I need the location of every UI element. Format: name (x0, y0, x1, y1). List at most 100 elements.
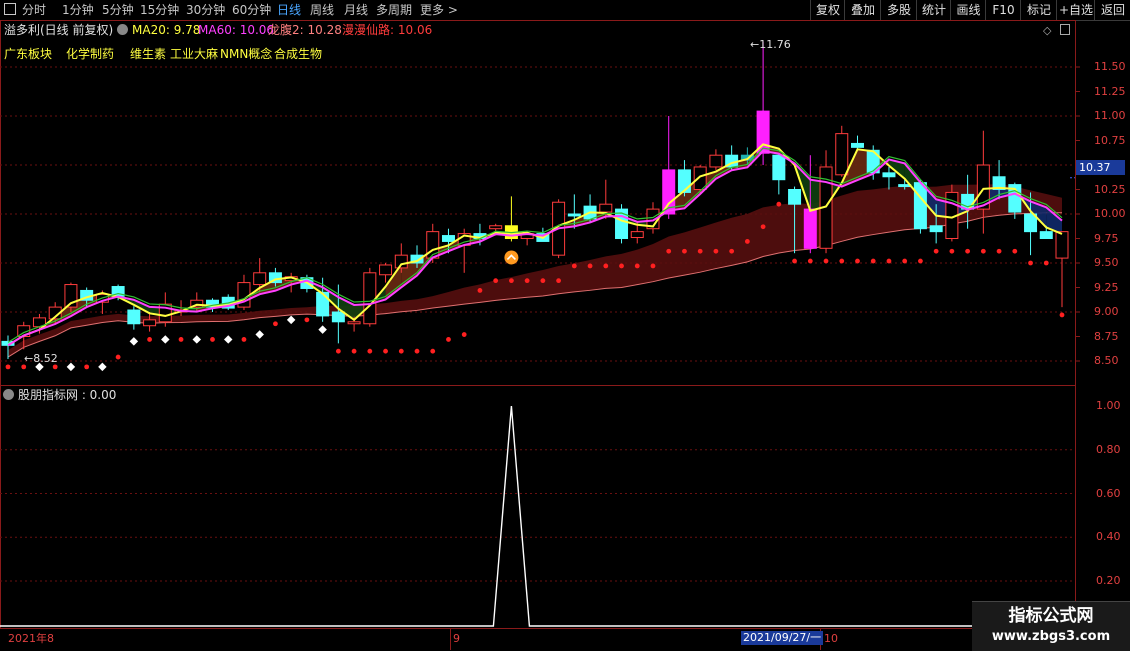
candle-body (1055, 231, 1069, 259)
indicator-line (0, 405, 1075, 627)
sub-panel-frame (0, 385, 1076, 629)
support-dot (587, 263, 593, 269)
price-axis-tick: 9.75 (1094, 231, 1119, 245)
support-dot (461, 332, 467, 337)
candle-body (929, 225, 943, 233)
support-dot (980, 248, 986, 254)
support-dot (839, 258, 845, 264)
support-dot (760, 224, 766, 230)
support-dot (776, 201, 782, 207)
support-dot (619, 263, 624, 269)
support-dot (210, 337, 215, 342)
high-price-marker: ←11.76 (750, 38, 791, 51)
support-diamond (255, 330, 264, 339)
watermark-title: 指标公式网 (1008, 606, 1094, 626)
support-dot (383, 348, 388, 354)
candle-body (756, 110, 770, 154)
support-dot (870, 258, 876, 264)
candle-body (567, 213, 581, 217)
support-diamond (66, 362, 76, 372)
support-dot (823, 258, 829, 264)
candle-body (489, 225, 503, 230)
support-dot (603, 263, 609, 269)
date-label-aug: 2021年8 (8, 632, 54, 645)
support-dot (634, 263, 640, 269)
indicator-axis-tick: 1.00 (1096, 399, 1121, 412)
price-axis-tick: 8.75 (1094, 329, 1119, 343)
support-dot (477, 288, 483, 293)
price-axis-tick: 11.00 (1094, 109, 1126, 122)
candle-body (441, 235, 455, 242)
support-dot (556, 278, 561, 284)
support-dot (335, 348, 341, 354)
support-dot (84, 364, 90, 370)
support-dot (792, 258, 797, 264)
support-dot (1043, 260, 1049, 266)
support-dot (902, 258, 908, 264)
support-dot (1012, 248, 1018, 254)
support-dot (1028, 260, 1033, 266)
support-diamond (98, 362, 107, 372)
support-dot (178, 337, 184, 342)
price-axis-tick: 9.50 (1094, 256, 1119, 269)
support-diamond (161, 335, 170, 344)
support-dot (509, 278, 514, 284)
candle-body (772, 154, 786, 181)
support-dot (886, 258, 892, 264)
support-dot (949, 248, 955, 254)
support-dot (524, 278, 530, 284)
support-dot (430, 348, 436, 354)
support-dot (304, 317, 310, 323)
candle-body (882, 172, 896, 178)
low-price-value: 8.52 (33, 352, 58, 365)
support-dot (241, 337, 247, 342)
price-axis-tick: 10.00 (1094, 207, 1126, 220)
support-dot (1059, 312, 1065, 318)
support-dot (115, 354, 121, 360)
support-dot (729, 248, 735, 254)
support-dot (807, 258, 813, 264)
current-price-tag: 10.37 (1076, 160, 1125, 175)
date-label-oct: 10 (824, 632, 838, 645)
support-dot (697, 248, 703, 254)
support-diamond (129, 337, 139, 346)
watermark-url: www.zbgs3.com (991, 629, 1111, 644)
support-dot (446, 337, 451, 342)
candle-body (347, 321, 361, 325)
support-dot (744, 239, 750, 244)
candle-body (599, 203, 613, 213)
support-diamond (223, 335, 233, 344)
candle-body (850, 142, 864, 148)
support-dot (650, 263, 656, 269)
candle-body (1039, 231, 1053, 239)
high-price-value: 11.76 (759, 38, 791, 51)
support-dot (666, 248, 672, 254)
support-dot (398, 348, 404, 354)
indicator-axis-tick: 0.80 (1096, 442, 1121, 456)
support-dot (682, 248, 687, 254)
support-dot (273, 321, 278, 327)
support-dot (5, 364, 11, 370)
support-dot (965, 248, 971, 254)
sub-indicator-title: 股朋指标网 : 0.00 (18, 388, 117, 402)
support-dot (493, 278, 499, 284)
support-dot (918, 258, 923, 264)
ma-ribbon (8, 184, 1062, 358)
support-dot (540, 278, 546, 284)
price-axis-tick: 9.00 (1094, 305, 1119, 318)
candle-body (788, 189, 802, 205)
price-axis-tick: 10.75 (1094, 133, 1126, 147)
candle-body (913, 182, 927, 230)
candle-body (677, 169, 691, 193)
indicator-axis-tick: 0.20 (1096, 574, 1121, 587)
candle-body (363, 272, 377, 325)
candle-body (143, 319, 157, 327)
support-dot (147, 337, 152, 342)
signal-arrow-icon (504, 250, 519, 265)
price-axis-tick: 11.50 (1094, 60, 1126, 73)
low-price-marker: ←8.52 (24, 352, 58, 365)
support-diamond (286, 315, 296, 325)
support-diamond (192, 335, 202, 344)
sub-panel-toggle-icon[interactable] (3, 389, 14, 400)
support-dot (855, 258, 860, 264)
